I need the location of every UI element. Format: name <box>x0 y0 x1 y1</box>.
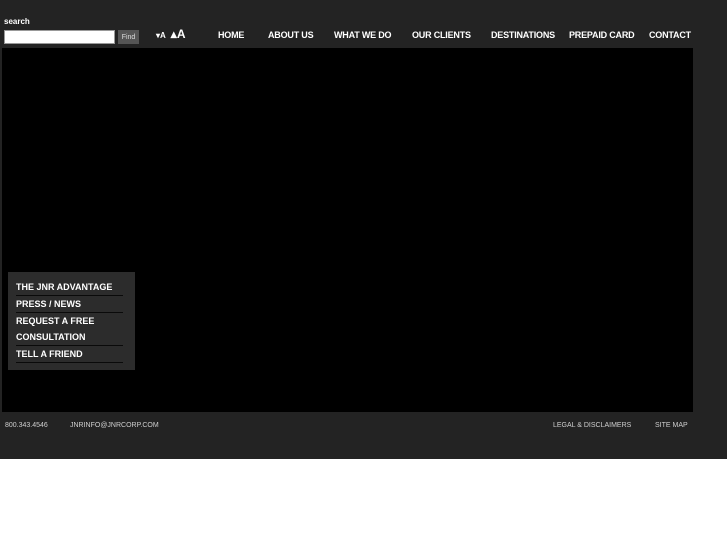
increase-font-size-button[interactable]: ▴A <box>171 27 186 41</box>
side-menu-item-jnr-advantage[interactable]: THE JNR ADVANTAGE <box>16 279 123 296</box>
nav-item-our-clients[interactable]: OUR CLIENTS <box>412 30 471 40</box>
search-label: search <box>4 17 30 26</box>
nav-item-what-we-do[interactable]: WHAT WE DO <box>334 30 392 40</box>
font-size-controls: ▾A ▴A <box>156 27 186 41</box>
nav-item-home[interactable]: HOME <box>218 30 244 40</box>
search-input[interactable] <box>4 30 115 44</box>
footer-legal-link[interactable]: LEGAL & DISCLAIMERS <box>553 422 631 429</box>
footer-phone: 800.343.4546 <box>5 422 48 429</box>
nav-item-about-us[interactable]: ABOUT US <box>268 30 314 40</box>
side-menu: THE JNR ADVANTAGE PRESS / NEWS REQUEST A… <box>8 272 135 370</box>
nav-item-contact[interactable]: CONTACT <box>649 30 691 40</box>
footer-sitemap-link[interactable]: SITE MAP <box>655 422 688 429</box>
nav-item-destinations[interactable]: DESTINATIONS <box>491 30 555 40</box>
page-frame: search Find ▾A ▴A HOME ABOUT US WHAT WE … <box>0 0 727 459</box>
nav-item-prepaid-card[interactable]: PREPAID CARD <box>569 30 635 40</box>
side-menu-item-press-news[interactable]: PRESS / NEWS <box>16 296 123 313</box>
side-menu-item-tell-a-friend[interactable]: TELL A FRIEND <box>16 346 123 363</box>
decrease-font-size-button[interactable]: ▾A <box>156 31 166 40</box>
side-menu-item-request-consultation[interactable]: REQUEST A FREE CONSULTATION <box>16 313 123 346</box>
find-button[interactable]: Find <box>118 30 139 44</box>
footer-email-link[interactable]: JNRINFO@JNRCORP.COM <box>70 422 159 429</box>
